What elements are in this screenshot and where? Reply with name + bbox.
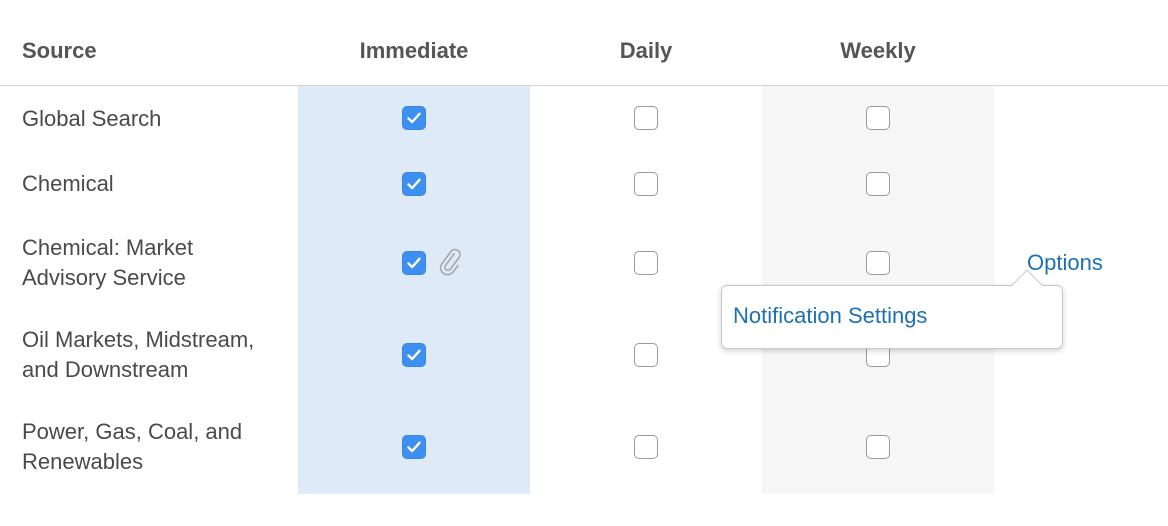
weekly-checkbox[interactable] [866,172,890,196]
source-label-line: Renewables [22,449,144,474]
header-source: Source [22,38,97,63]
source-label: Oil Markets, Midstream, and Downstream [22,325,292,385]
source-label-line: Chemical [22,171,114,196]
header-weekly: Weekly [840,38,916,63]
source-label: Global Search [22,104,292,134]
source-label-line: Global Search [22,106,162,131]
daily-checkbox[interactable] [634,172,658,196]
immediate-checkbox[interactable] [402,343,426,367]
paperclip-icon[interactable] [438,246,464,276]
daily-checkbox[interactable] [634,343,658,367]
source-label: Chemical [22,169,292,199]
immediate-checkbox[interactable] [402,251,426,275]
source-label-line: Chemical: Market [22,235,194,260]
weekly-checkbox[interactable] [866,435,890,459]
immediate-checkbox[interactable] [402,106,426,130]
notification-settings-link[interactable]: Notification Settings [733,303,927,329]
source-label-line: Advisory Service [22,265,186,290]
source-label: Power, Gas, Coal, and Renewables [22,417,292,477]
weekly-checkbox[interactable] [866,106,890,130]
table-header: Source Immediate Daily Weekly [0,0,1168,86]
daily-checkbox[interactable] [634,106,658,130]
header-daily: Daily [619,38,673,63]
source-label-line: Power, Gas, Coal, and [22,419,243,444]
source-label-line: Oil Markets, Midstream, [22,327,255,352]
weekly-checkbox[interactable] [866,251,890,275]
immediate-column-highlight [298,86,530,494]
source-label: Chemical: Market Advisory Service [22,233,292,293]
daily-checkbox[interactable] [634,251,658,275]
header-immediate: Immediate [359,38,469,63]
daily-checkbox[interactable] [634,435,658,459]
immediate-checkbox[interactable] [402,172,426,196]
options-link[interactable]: Options [1027,250,1103,276]
immediate-checkbox[interactable] [402,435,426,459]
source-label-line: and Downstream [22,357,189,382]
